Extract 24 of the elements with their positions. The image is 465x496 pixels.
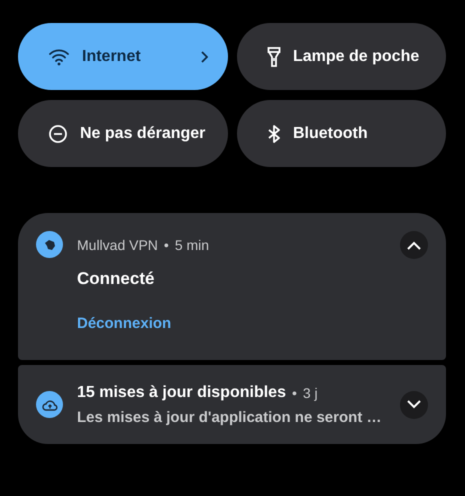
separator-dot: • [292, 384, 297, 400]
quick-setting-tile[interactable]: Ne pas déranger [18, 100, 228, 167]
notification-title: 15 mises à jour disponibles [77, 384, 286, 402]
app-name: Mullvad VPN [77, 236, 158, 252]
quick-setting-tile[interactable]: Bluetooth [237, 100, 446, 167]
notification-text: Les mises à jour d'application ne seront … [77, 408, 382, 426]
collapse-button[interactable] [400, 231, 428, 259]
chevron-up-icon [407, 240, 421, 250]
notification-card[interactable]: Mullvad VPN • 5 min Connecté Déconnexion [18, 213, 446, 360]
quick-setting-tile[interactable]: Lampe de poche [237, 23, 446, 90]
wifi-icon [48, 48, 70, 66]
disconnect-button[interactable]: Déconnexion [77, 315, 172, 332]
notification-title: Connecté [77, 269, 156, 289]
bluetooth-icon [267, 124, 281, 144]
quick-setting-tile[interactable]: Internet [18, 23, 228, 90]
do-not-disturb-icon [48, 124, 68, 144]
expand-button[interactable] [400, 390, 428, 418]
separator-dot: • [164, 236, 169, 252]
notification-time: 5 min [174, 236, 210, 252]
chevron-down-icon [407, 400, 421, 409]
flashlight-icon [267, 46, 281, 66]
cloud-upload-icon [36, 391, 63, 418]
notification-card[interactable]: 15 mises à jour disponibles • 3 j Les mises à jour d'application ne seront … [18, 365, 446, 444]
notification-time: 3 j [302, 384, 318, 400]
